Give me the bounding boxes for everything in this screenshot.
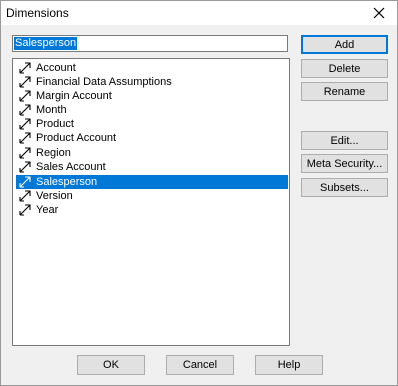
help-button-label: Help — [277, 359, 301, 371]
window-title: Dimensions — [6, 6, 69, 20]
meta-security-button-label: Meta Security... — [306, 157, 383, 170]
subsets-button[interactable]: Subsets... — [301, 178, 388, 197]
list-item-financial-data-assumptions[interactable]: Financial Data Assumptions — [16, 75, 288, 89]
delete-button[interactable]: Delete — [301, 59, 388, 78]
list-item-region[interactable]: Region — [16, 146, 288, 160]
dimensions-list[interactable]: Account Financial Data Assumptions Margi… — [12, 58, 290, 346]
dimension-icon — [19, 104, 31, 116]
delete-button-label: Delete — [328, 62, 361, 75]
list-item-label: Financial Data Assumptions — [36, 76, 172, 88]
edit-button-label: Edit... — [330, 134, 359, 147]
title-bar: Dimensions — [1, 1, 397, 25]
list-item-account[interactable]: Account — [16, 61, 288, 75]
list-item-label: Product — [36, 118, 74, 130]
list-item-year[interactable]: Year — [16, 203, 288, 217]
dimensions-dialog: Dimensions Salesperson Account Financial… — [0, 0, 398, 386]
list-item-margin-account[interactable]: Margin Account — [16, 89, 288, 103]
list-item-version[interactable]: Version — [16, 189, 288, 203]
rename-button-label: Rename — [323, 85, 366, 98]
add-button-label: Add — [334, 38, 355, 51]
dimension-icon — [19, 62, 31, 74]
help-button[interactable]: Help — [255, 355, 323, 375]
meta-security-button[interactable]: Meta Security... — [301, 154, 388, 173]
dimension-icon — [19, 147, 31, 159]
dimension-icon — [19, 118, 31, 130]
dimension-icon — [19, 161, 31, 173]
cancel-button-label: Cancel — [182, 359, 218, 371]
list-item-label: Product Account — [36, 132, 117, 144]
dimension-icon — [19, 76, 31, 88]
dimension-icon — [19, 132, 31, 144]
dimension-name-input[interactable]: Salesperson — [12, 35, 288, 52]
close-icon — [373, 7, 385, 19]
list-item-label: Margin Account — [36, 90, 112, 102]
list-item-product-account[interactable]: Product Account — [16, 131, 288, 145]
dimension-name-value: Salesperson — [14, 37, 78, 50]
dimension-icon — [19, 90, 31, 102]
ok-button[interactable]: OK — [77, 355, 145, 375]
dimension-icon — [19, 204, 31, 216]
edit-button[interactable]: Edit... — [301, 131, 388, 150]
ok-button-label: OK — [103, 359, 119, 371]
list-item-sales-account[interactable]: Sales Account — [16, 160, 288, 174]
dimension-icon — [19, 190, 31, 202]
list-item-product[interactable]: Product — [16, 117, 288, 131]
list-item-label: Sales Account — [36, 161, 106, 173]
list-item-label: Region — [36, 147, 71, 159]
list-item-label: Month — [36, 104, 67, 116]
list-item-label: Salesperson — [36, 176, 98, 188]
subsets-button-label: Subsets... — [320, 181, 369, 194]
dimension-icon — [19, 176, 31, 188]
rename-button[interactable]: Rename — [301, 82, 388, 101]
list-item-label: Version — [36, 190, 73, 202]
list-item-label: Year — [36, 204, 59, 216]
cancel-button[interactable]: Cancel — [166, 355, 234, 375]
list-item-month[interactable]: Month — [16, 103, 288, 117]
list-item-salesperson[interactable]: Salesperson — [16, 175, 288, 189]
list-item-label: Account — [36, 62, 76, 74]
add-button[interactable]: Add — [301, 35, 388, 54]
close-button[interactable] — [365, 3, 393, 23]
